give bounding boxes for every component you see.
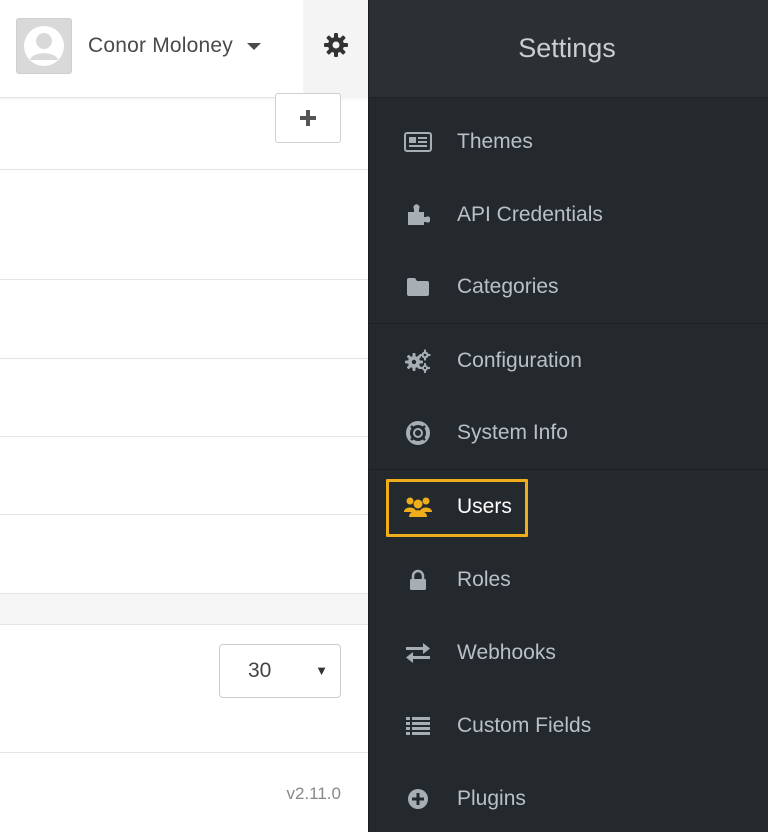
settings-item-api-credentials[interactable]: API Credentials [369,178,768,251]
settings-item-categories[interactable]: Categories [369,251,768,324]
plus-circle-icon [403,787,433,811]
settings-item-label: Configuration [457,348,582,372]
settings-item-label: System Info [457,421,568,444]
settings-item-label: Users [457,494,512,518]
settings-item-label: Plugins [457,786,526,810]
settings-panel: Settings Themes API Credentials Categori… [368,0,768,832]
lock-icon [403,568,433,592]
settings-toggle-button[interactable] [303,0,368,98]
settings-item-label: API Credentials [457,202,603,226]
users-icon [403,495,433,519]
settings-item-roles[interactable]: Roles [369,543,768,616]
main-panel: Conor Moloney 30 ▼ v2.11.0 [0,0,368,832]
top-bar: Conor Moloney [0,0,368,98]
settings-title: Settings [518,33,616,63]
version-label: v2.11.0 [286,784,341,803]
row-divider [0,436,368,437]
settings-header: Settings [369,0,768,98]
settings-item-users[interactable]: Users [369,470,768,543]
life-ring-icon [403,421,433,445]
exchange-icon [403,641,433,665]
settings-item-custom-fields[interactable]: Custom Fields [369,689,768,762]
settings-item-label: Webhooks [457,640,556,664]
caret-down-icon: ▼ [315,663,328,678]
gear-icon [323,33,348,57]
settings-item-label: Themes [457,129,533,153]
page-size-value: 30 [248,659,272,682]
page-size-select[interactable]: 30 ▼ [219,644,341,698]
cogs-icon [403,349,433,373]
row-divider [0,358,368,359]
puzzle-icon [403,203,433,227]
user-name[interactable]: Conor Moloney [88,34,233,58]
footer-divider [0,752,368,753]
table-footer-strip [0,593,368,625]
settings-item-label: Custom Fields [457,713,592,737]
newspaper-icon [403,130,433,154]
settings-item-configuration[interactable]: Configuration [369,324,768,397]
settings-item-webhooks[interactable]: Webhooks [369,616,768,689]
settings-item-plugins[interactable]: Plugins [369,762,768,832]
settings-item-label: Categories [457,275,559,298]
user-silhouette-icon [24,26,64,66]
settings-item-themes[interactable]: Themes [369,105,768,178]
chevron-down-icon[interactable] [247,42,262,50]
row-divider [0,279,368,280]
user-menu[interactable]: Conor Moloney [16,18,262,74]
list-icon [403,714,433,738]
folder-icon [403,275,433,299]
settings-item-label: Roles [457,567,511,591]
plus-icon [300,110,316,126]
add-button[interactable] [275,93,341,143]
row-divider [0,169,368,170]
settings-item-system-info[interactable]: System Info [369,397,768,470]
avatar[interactable] [16,18,72,74]
row-divider [0,514,368,515]
